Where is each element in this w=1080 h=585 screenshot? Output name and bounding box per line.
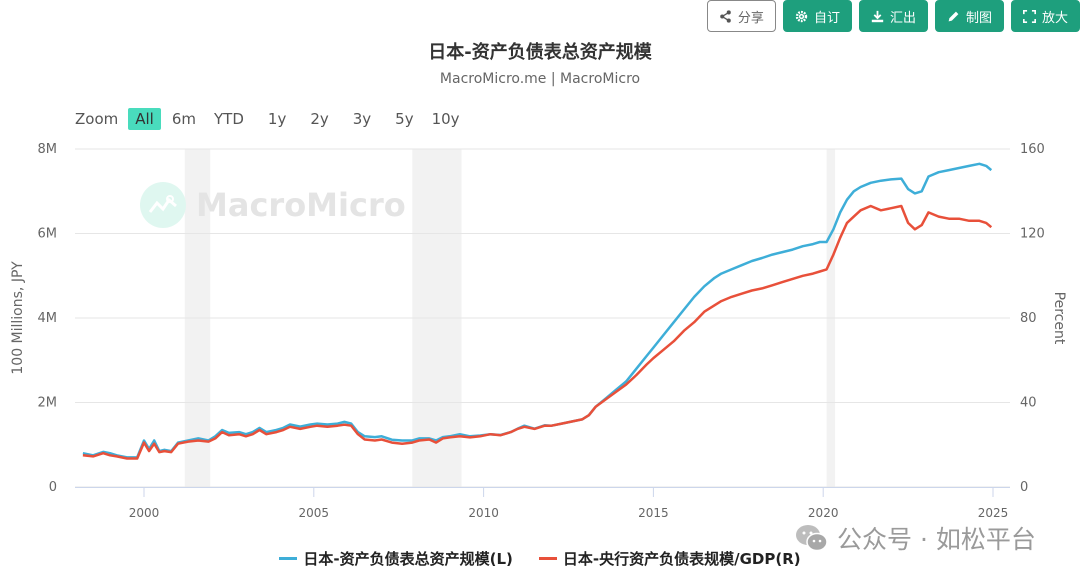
y-axis-right-title: Percent xyxy=(1051,292,1067,345)
x-tick-label: 2020 xyxy=(808,506,839,520)
y-tick-label-left: 0 xyxy=(49,480,57,495)
x-axis: 2000 2005 2010 2015 2020 2025 xyxy=(75,487,1010,520)
y-axis-left: 0 2M 4M 6M 8M xyxy=(38,142,58,495)
macromicro-logo-icon xyxy=(140,182,186,228)
x-tick-label: 2010 xyxy=(468,506,499,520)
y-axis-right: 0 40 80 120 160 xyxy=(1020,142,1045,495)
macromicro-watermark: MacroMicro xyxy=(140,182,406,228)
y-tick-label-left: 6M xyxy=(38,227,58,242)
y-tick-label-right: 120 xyxy=(1020,227,1045,242)
y-tick-label-right: 40 xyxy=(1020,396,1037,411)
legend-swatch-red xyxy=(538,557,557,560)
watermark-text: MacroMicro xyxy=(196,186,406,224)
y-tick-label-left: 2M xyxy=(38,396,58,411)
x-tick-label: 2005 xyxy=(299,506,330,520)
y-tick-label-left: 4M xyxy=(38,311,58,326)
wechat-watermark: 公众号 · 如松平台 xyxy=(795,520,1036,556)
legend-item-bs-gdp[interactable]: 日本-央行资产负债表规模/GDP(R) xyxy=(538,548,801,569)
x-tick-label: 2000 xyxy=(129,506,160,520)
y-tick-label-left: 8M xyxy=(38,142,58,157)
legend-swatch-blue xyxy=(279,557,298,560)
y-tick-label-right: 80 xyxy=(1020,311,1037,326)
series-line-bs-to-gdp xyxy=(82,204,993,460)
y-tick-label-right: 0 xyxy=(1020,480,1028,495)
legend-item-total-assets[interactable]: 日本-资产负债表总资产规模(L) xyxy=(279,548,513,569)
wechat-watermark-text: 公众号 · 如松平台 xyxy=(837,525,1036,554)
y-axis-left-title: 100 Millions, JPY xyxy=(10,261,26,375)
wechat-icon xyxy=(796,525,828,552)
legend-label: 日本-央行资产负债表规模/GDP(R) xyxy=(562,550,801,568)
x-tick-label: 2015 xyxy=(638,506,669,520)
line-chart: 2000 2005 2010 2015 2020 2025 0 2M 4M 6M 8M 0 40 80… xyxy=(10,142,1067,520)
legend-label: 日本-资产负债表总资产规模(L) xyxy=(303,550,513,568)
y-tick-label-right: 160 xyxy=(1020,142,1045,157)
x-tick-label: 2025 xyxy=(978,506,1009,520)
